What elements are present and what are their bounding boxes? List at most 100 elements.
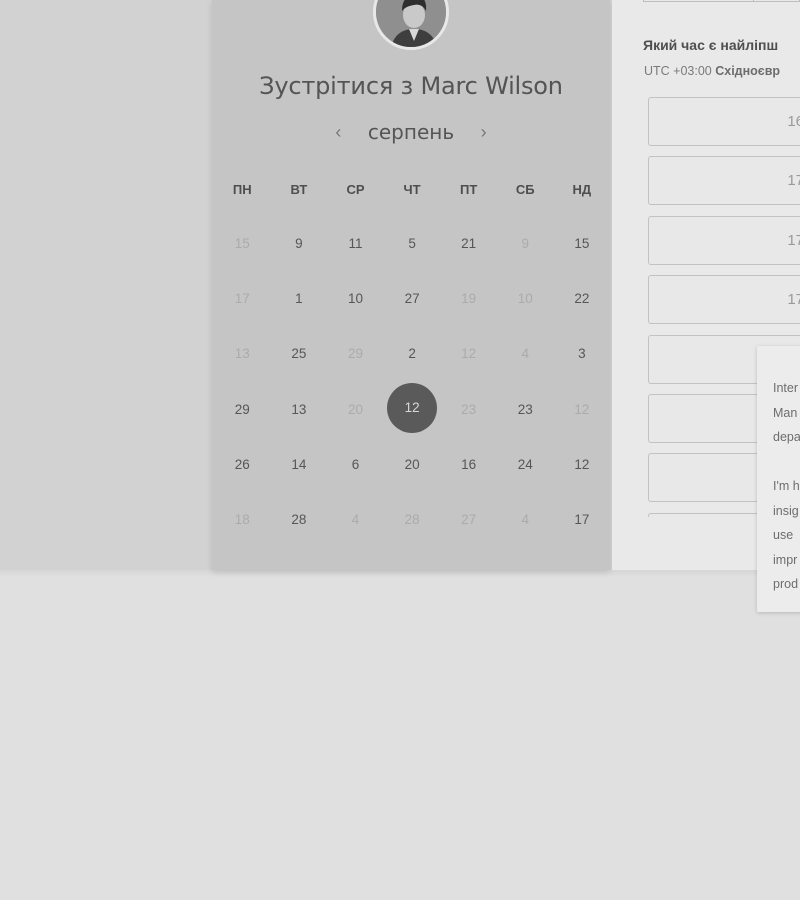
calendar-day-number: 28 xyxy=(291,511,307,527)
host-info-line: Inter xyxy=(773,381,799,395)
weekday-label: ЧТ xyxy=(403,182,421,197)
calendar-day-number: 17 xyxy=(234,291,250,307)
top-tabs[interactable] xyxy=(643,0,800,2)
calendar-day[interactable]: 17 xyxy=(554,492,611,547)
calendar-day-number: 19 xyxy=(461,291,477,307)
calendar-day: 4 xyxy=(497,492,554,547)
calendar-day[interactable]: 26 xyxy=(214,437,271,492)
time-question: Який час є найліпш xyxy=(643,37,779,53)
calendar-day[interactable]: 23 xyxy=(497,382,554,437)
calendar-day: 4 xyxy=(497,326,554,381)
calendar-day-number: 15 xyxy=(574,236,590,251)
host-info-text: Inter Man depa I'm h insig use impr prod xyxy=(773,376,800,597)
calendar-day[interactable]: 22 xyxy=(554,271,611,326)
calendar-day-number: 4 xyxy=(351,511,360,527)
calendar-day: 15 xyxy=(214,216,271,271)
header-shadow xyxy=(0,570,800,577)
calendar-day[interactable]: 10 xyxy=(327,271,384,326)
month-navigator: ‹ серпень › xyxy=(212,120,610,150)
calendar-day-number: 12 xyxy=(461,346,477,362)
host-name: Marc Wilson xyxy=(420,72,563,100)
weekday-header: ПН ВТ СР ЧТ ПТ СБ НД xyxy=(214,176,610,204)
calendar-day-number: 15 xyxy=(234,236,250,251)
calendar-day-number: 28 xyxy=(404,511,420,527)
time-slot-label: 17 xyxy=(787,291,800,309)
calendar-day[interactable]: 29 xyxy=(214,382,271,437)
calendar-day: 4 xyxy=(327,492,384,547)
calendar-day-number: 27 xyxy=(404,291,420,307)
calendar-day-number: 20 xyxy=(347,401,363,417)
calendar-week: 17 1 10 27 19 10 22 xyxy=(214,271,610,326)
calendar-day-number: 20 xyxy=(404,456,420,472)
calendar-day[interactable]: 2 xyxy=(384,326,441,381)
time-slot-button[interactable]: 16 xyxy=(648,97,800,146)
calendar-day[interactable]: 21 xyxy=(440,216,497,271)
calendar-day: 19 xyxy=(440,271,497,326)
calendar-day: 28 xyxy=(384,492,441,547)
calendar-day-number: 4 xyxy=(521,511,530,527)
calendar-day-number: 9 xyxy=(295,236,303,251)
calendar-day-selected[interactable]: 12 xyxy=(384,382,441,437)
calendar-day[interactable]: 12 xyxy=(554,437,611,492)
calendar-day: 20 xyxy=(327,382,384,437)
calendar-day[interactable]: 25 xyxy=(271,326,328,381)
calendar-day-number: 23 xyxy=(461,401,477,417)
host-info-line: depa xyxy=(773,430,800,444)
month-label: серпень xyxy=(367,120,455,144)
calendar-day[interactable]: 6 xyxy=(327,437,384,492)
calendar-day-number: 6 xyxy=(351,456,360,472)
calendar-day[interactable]: 15 xyxy=(554,216,611,271)
weekday-label: НД xyxy=(572,182,592,197)
calendar-day[interactable]: 1 xyxy=(271,271,328,326)
calendar-day[interactable]: 3 xyxy=(554,326,611,381)
calendar-day[interactable]: 5 xyxy=(384,216,441,271)
calendar-week: 29 13 20 12 23 23 12 xyxy=(214,382,610,437)
calendar-day[interactable]: 28 xyxy=(271,492,328,547)
calendar-day: 17 xyxy=(214,271,271,326)
calendar-day[interactable]: 11 xyxy=(327,216,384,271)
calendar-week: 13 25 29 2 12 4 3 xyxy=(214,326,610,381)
calendar-day: 27 xyxy=(440,492,497,547)
calendar-day-number: 13 xyxy=(291,401,307,417)
host-info-line: Man xyxy=(773,405,798,420)
calendar-week: 15 9 11 5 21 9 15 xyxy=(214,216,610,271)
calendar-day-number: 25 xyxy=(291,346,307,362)
calendar-day-number: 27 xyxy=(461,511,477,527)
time-slot-button[interactable]: 17 xyxy=(648,156,800,206)
calendar-day-number: 10 xyxy=(347,291,363,307)
calendar-day-number: 22 xyxy=(574,291,590,307)
calendar-day: 9 xyxy=(497,216,554,271)
timezone-name: Східноєвр xyxy=(715,64,781,78)
time-slot-button[interactable]: 17 xyxy=(648,215,800,265)
calendar-day: 12 xyxy=(554,382,611,437)
calendar-day-number: 2 xyxy=(408,346,416,362)
calendar-day[interactable]: 24 xyxy=(497,437,554,492)
time-slot-label: 17 xyxy=(787,172,800,190)
calendar-day-number: 13 xyxy=(234,346,250,362)
calendar-grid: 15 9 11 5 21 9 15 17 1 10 27 19 10 22 13 25 29 2 12 4 3 29 13 2… xyxy=(214,216,610,547)
calendar-day: 13 xyxy=(214,326,271,381)
time-slot-button[interactable]: 17 xyxy=(648,275,800,325)
chevron-right-icon[interactable]: › xyxy=(477,122,491,143)
calendar-day: 18 xyxy=(214,492,271,547)
chevron-left-icon[interactable]: ‹ xyxy=(331,122,345,143)
calendar-day-number: 16 xyxy=(461,456,477,472)
calendar-day: 29 xyxy=(327,326,384,381)
calendar-day-number: 3 xyxy=(578,346,586,362)
calendar-day[interactable]: 20 xyxy=(384,437,441,492)
timezone-label[interactable]: UTC +03:00 Східноєвр xyxy=(644,64,780,78)
calendar-day[interactable]: 27 xyxy=(384,271,441,326)
meeting-title: Зустрітися з Marc Wilson xyxy=(212,72,610,100)
host-info-line xyxy=(773,450,800,475)
title-prefix: Зустрітися з xyxy=(259,72,414,100)
calendar-day[interactable]: 13 xyxy=(271,382,328,437)
calendar-day-number: 5 xyxy=(408,236,416,251)
calendar-day[interactable]: 9 xyxy=(271,216,328,271)
calendar-day-number: 26 xyxy=(234,456,250,472)
calendar-day-number: 10 xyxy=(517,291,533,307)
calendar-day-number: 12 xyxy=(574,401,590,417)
calendar-day-number: 24 xyxy=(517,456,533,472)
calendar-day[interactable]: 14 xyxy=(271,437,328,492)
calendar-day-number: 17 xyxy=(574,511,590,527)
calendar-day[interactable]: 16 xyxy=(440,437,497,492)
